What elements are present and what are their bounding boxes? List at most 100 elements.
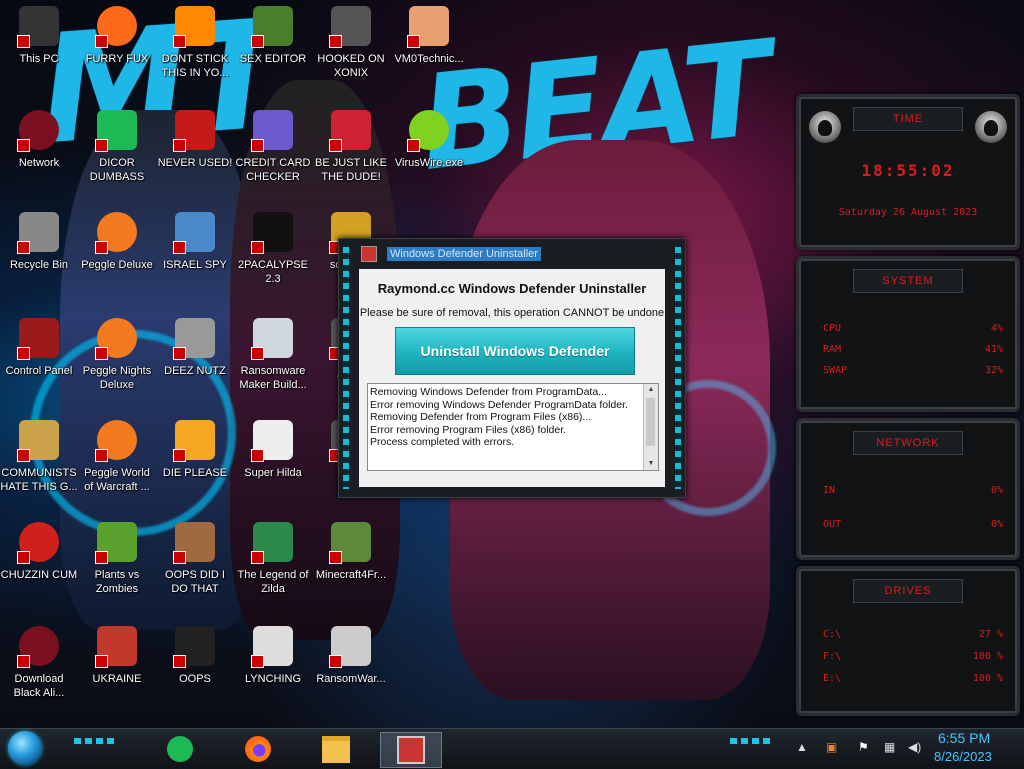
taskbar-chat-app-button[interactable] [160,732,200,766]
desktop-icon[interactable]: 2PACALYPSE 2.3 [234,212,312,286]
desktop-icon-label: The Legend of Zilda [237,569,309,595]
desktop-icon[interactable]: DICOR DUMBASS [78,110,156,184]
desktop-icon-label: VirusWire.exe [394,157,464,169]
desktop-icon[interactable]: Peggle Deluxe [78,212,156,272]
terminal-icon [251,212,293,254]
desktop-icon-label: This PC [19,53,59,65]
desktop-icon-label: Plants vs Zombies [94,569,140,595]
shortcut-arrow-icon [251,139,264,152]
log-line: Process completed with errors. [370,436,515,448]
system-row-label: SWAP [823,365,848,376]
desktop-icon[interactable]: OOPS DID I DO THAT [156,522,234,596]
drives-row-label: C:\ [823,629,842,640]
defender-uninstaller-icon [397,736,425,764]
flag-rope-icon [251,626,293,668]
control-panel-icon [17,318,59,360]
desktop-icon[interactable]: VirusWire.exe [390,110,468,170]
scroll-down-icon[interactable]: ▼ [644,458,658,470]
drives-gadget[interactable]: DRIVES C:\ 27 % F:\ 100 % E:\ 100 % [796,566,1020,716]
desktop-icon-label: DONT STICK THIS IN YO... [161,53,229,79]
tray-flag-icon[interactable]: ⚑ [858,740,869,754]
portrait-icon [173,522,215,564]
taskbar-clock-date[interactable]: 8/26/2023 [934,749,992,764]
desktop-icon[interactable]: NEVER USED! [156,110,234,170]
desktop-icon-label: Recycle Bin [9,259,69,271]
uninstall-defender-button[interactable]: Uninstall Windows Defender [395,327,635,375]
tray-network-icon[interactable]: ▦ [884,740,895,754]
desktop-icon-label: FURRY FUX [85,53,149,65]
desktop-icon[interactable]: Super Hilda [234,420,312,480]
desktop-icon-label: CREDIT CARD CHECKER [235,157,311,183]
lime-icon [407,110,449,152]
desktop-icon[interactable]: RansomWar... [312,626,390,686]
time-gadget-title: TIME [853,107,963,131]
shortcut-arrow-icon [95,139,108,152]
monitor-icon [17,6,59,48]
drives-gadget-title: DRIVES [853,579,963,603]
shortcut-arrow-icon [173,139,186,152]
desktop-icon[interactable]: Network [0,110,78,170]
desktop-icon-label: DICOR DUMBASS [89,157,145,183]
peggle-icon [95,318,137,360]
desktop-icon[interactable]: DIE PLEASE [156,420,234,480]
pixel-character-icon [251,420,293,462]
network-row-label: OUT [823,519,842,530]
start-orb-button[interactable] [8,731,42,765]
shortcut-arrow-icon [95,655,108,668]
taskbar-firefox-button[interactable] [238,732,278,766]
desktop-icon[interactable]: Peggle Nights Deluxe [78,318,156,392]
doctor-icon [407,6,449,48]
desktop-icon[interactable]: Ransomware Maker Build... [234,318,312,392]
defender-uninstaller-window[interactable]: Windows Defender Uninstaller Raymond.cc … [338,238,686,498]
desktop-icon[interactable]: LYNCHING [234,626,312,686]
log-scrollbar[interactable]: ▲ ▼ [643,384,658,470]
shortcut-arrow-icon [95,551,108,564]
log-listbox[interactable]: Removing Windows Defender from ProgramDa… [367,383,659,471]
log-line: Removing Defender from Program Files (x8… [370,411,592,423]
monitor-dark-icon [173,626,215,668]
network-gadget[interactable]: NETWORK IN 0% OUT 0% [796,418,1020,560]
window-titlebar[interactable]: Windows Defender Uninstaller [361,245,663,263]
desktop-icon[interactable]: SEX EDITOR [234,6,312,66]
scroll-thumb[interactable] [646,398,655,446]
desktop-icon[interactable]: Peggle World of Warcraft ... [78,420,156,494]
desktop-icon[interactable]: COMMUNISTS HATE THIS G... [0,420,78,494]
desktop-icon-label: COMMUNISTS HATE THIS G... [0,467,78,493]
desktop-icon[interactable]: DONT STICK THIS IN YO... [156,6,234,80]
desktop-icon[interactable]: Control Panel [0,318,78,378]
log-line: Error removing Windows Defender ProgramD… [370,398,628,411]
vlc-cone-icon [173,6,215,48]
desktop-icon[interactable]: OOPS [156,626,234,686]
scroll-up-icon[interactable]: ▲ [644,384,658,396]
desktop-icon[interactable]: BE JUST LIKE THE DUDE! [312,110,390,184]
desktop-icon[interactable]: FURRY FUX [78,6,156,66]
peggle-icon [95,420,137,462]
tray-chevron-icon[interactable]: ▲ [796,740,808,754]
peggle-icon [95,212,137,254]
taskbar-defender-uninstaller-button[interactable] [380,732,442,768]
system-gadget[interactable]: SYSTEM CPU 4% RAM 41% SWAP 32% [796,256,1020,412]
desktop-icon[interactable]: CREDIT CARD CHECKER [234,110,312,184]
tray-volume-icon[interactable]: ◀) [908,740,921,754]
pixel-hero-icon [251,522,293,564]
window-title: Windows Defender Uninstaller [387,247,541,261]
desktop-icon[interactable]: ISRAEL SPY [156,212,234,272]
taskbar-file-explorer-button[interactable] [316,732,356,766]
network-gadget-title: NETWORK [853,431,963,455]
desktop-icon[interactable]: UKRAINE [78,626,156,686]
desktop-icon[interactable]: The Legend of Zilda [234,522,312,596]
alien-head-icon [809,111,841,143]
desktop-icon[interactable]: This PC [0,6,78,66]
desktop-icon[interactable]: Plants vs Zombies [78,522,156,596]
desktop-icon[interactable]: CHUZZIN CUM [0,522,78,582]
desktop-icon-label: Peggle Nights Deluxe [82,365,152,391]
desktop-icon[interactable]: Download Black Ali... [0,626,78,700]
time-gadget[interactable]: TIME 18:55:02 Saturday 26 August 2023 [796,94,1020,250]
taskbar-clock-time[interactable]: 6:55 PM [938,730,990,746]
tray-tool-icon[interactable]: ▣ [826,740,837,754]
desktop-icon[interactable]: VM0Technic... [390,6,468,66]
desktop-icon[interactable]: HOOKED ON XONIX [312,6,390,80]
desktop-icon[interactable]: DEEZ NUTZ [156,318,234,378]
desktop-icon[interactable]: Recycle Bin [0,212,78,272]
desktop-icon[interactable]: Minecraft4Fr... [312,522,390,582]
